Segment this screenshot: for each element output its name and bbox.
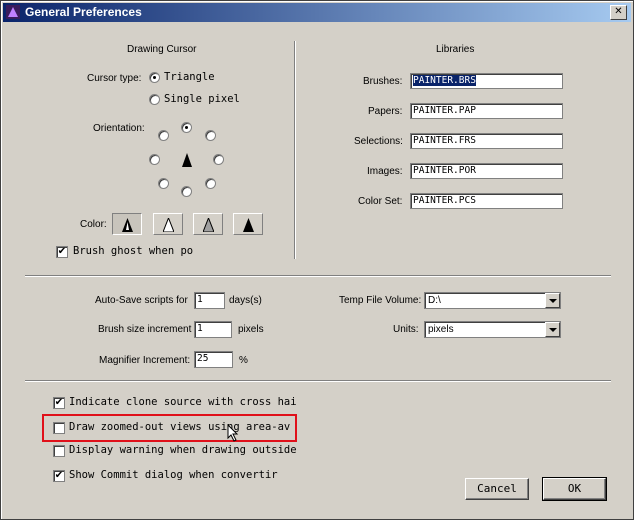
black-triangle-icon [122,218,133,232]
magnifier-increment-input[interactable]: 25 [194,351,233,368]
commit-dialog-checkbox[interactable]: ✔ [53,470,65,482]
orientation-n-radio[interactable] [181,122,192,133]
orientation-nw-radio[interactable] [158,130,169,141]
autosave-unit-label: days(s) [229,295,262,306]
brushes-label: Brushes: [363,76,403,87]
clone-source-label[interactable]: Indicate clone source with cross hai [69,396,297,408]
horizontal-divider-1 [25,275,611,277]
preferences-dialog: General Preferences ✕ Drawing Cursor Cur… [0,0,634,520]
brush-ghost-checkbox[interactable]: ✔ [56,246,68,258]
temp-volume-value: D:\ [428,295,441,306]
cancel-button[interactable]: Cancel [465,478,529,500]
brush-increment-unit-label: pixels [238,324,264,335]
close-button[interactable]: ✕ [610,5,627,20]
ok-button[interactable]: OK [542,477,607,501]
triangle-option-label[interactable]: Triangle [164,71,215,83]
temp-volume-label: Temp File Volume: [339,295,422,306]
color-set-label: Color Set: [358,196,403,207]
orientation-w-radio[interactable] [149,154,160,165]
brush-increment-input[interactable]: 1 [194,321,232,338]
units-dropdown-arrow-icon[interactable] [545,322,560,337]
units-label: Units: [393,324,419,335]
clone-source-checkbox[interactable]: ✔ [53,397,65,409]
selections-library-field[interactable]: PAINTER.FRS [410,133,563,149]
papers-label: Papers: [368,106,403,117]
drawing-outside-warning-label[interactable]: Display warning when drawing outside [69,444,297,456]
selections-label: Selections: [354,136,403,147]
triangle-radio[interactable] [149,72,160,83]
drawing-outside-warning-checkbox[interactable] [53,445,65,457]
gray-triangle-icon [203,218,214,232]
orientation-sw-radio[interactable] [158,178,169,189]
cursor-color-solid-swatch[interactable] [233,213,263,235]
cursor-color-gray-swatch[interactable] [193,213,223,235]
solid-triangle-icon [243,218,254,232]
libraries-heading: Libraries [436,44,475,55]
magnifier-increment-label: Magnifier Increment: [99,355,191,366]
mouse-pointer-icon [227,424,239,442]
highlight-box [42,414,297,442]
brush-increment-label: Brush size increment [98,324,192,335]
triangle-cursor-icon [182,153,192,167]
color-set-library-field[interactable]: PAINTER.PCS [410,193,563,209]
papers-library-field[interactable]: PAINTER.PAP [410,103,563,119]
cursor-color-black-swatch[interactable] [112,213,142,235]
orientation-ne-radio[interactable] [205,130,216,141]
commit-dialog-label[interactable]: Show Commit dialog when convertir [69,469,278,481]
temp-volume-dropdown-arrow-icon[interactable] [545,293,560,308]
images-label: Images: [367,166,403,177]
brush-ghost-label[interactable]: Brush ghost when po [73,245,193,257]
cursor-color-white-swatch[interactable] [153,213,183,235]
single-pixel-radio[interactable] [149,94,160,105]
brushes-library-field[interactable]: PAINTER.BRS [410,73,563,89]
orientation-e-radio[interactable] [213,154,224,165]
temp-volume-dropdown[interactable]: D:\ [424,292,561,309]
color-label: Color: [80,219,107,230]
orientation-label: Orientation: [93,123,145,134]
orientation-se-radio[interactable] [205,178,216,189]
painter-app-icon [6,5,20,19]
white-triangle-icon [163,218,174,232]
orientation-s-radio[interactable] [181,186,192,197]
cursor-type-label: Cursor type: [87,73,142,84]
autosave-days-input[interactable]: 1 [194,292,225,309]
magnifier-unit-label: % [239,355,248,366]
single-pixel-option-label[interactable]: Single pixel [164,93,240,105]
drawing-cursor-heading: Drawing Cursor [127,44,197,55]
autosave-label: Auto-Save scripts for [95,295,188,306]
vertical-divider [294,41,296,259]
images-library-field[interactable]: PAINTER.POR [410,163,563,179]
title-bar: General Preferences ✕ [3,3,631,22]
units-dropdown[interactable]: pixels [424,321,561,338]
horizontal-divider-2 [25,380,611,382]
window-title: General Preferences [25,5,142,19]
units-value: pixels [428,324,454,335]
